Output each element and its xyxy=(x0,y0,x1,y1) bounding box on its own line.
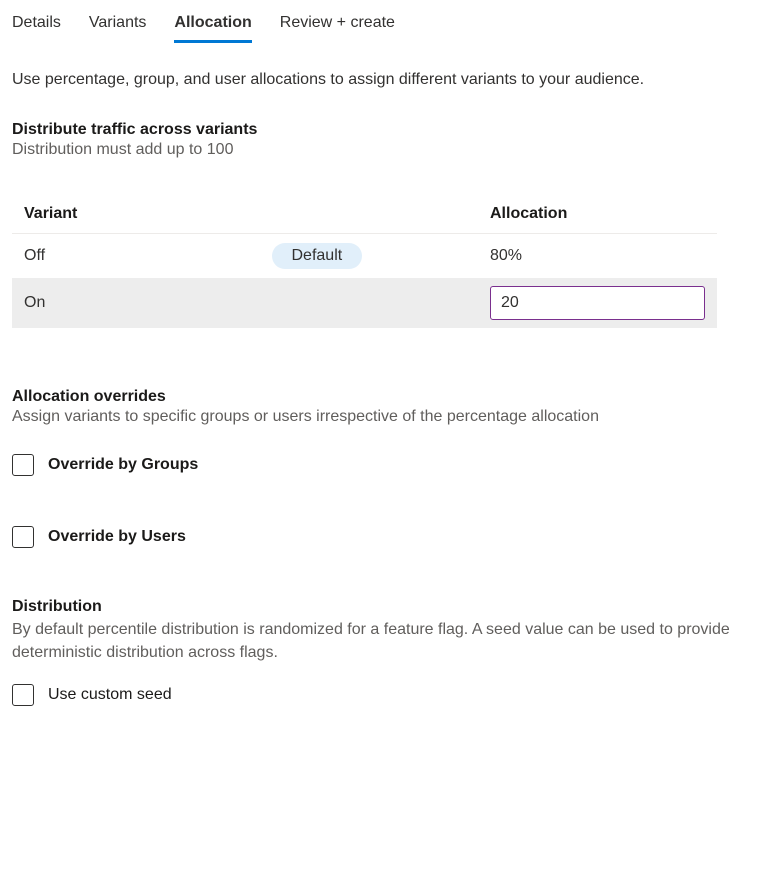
distribute-subtitle: Distribution must add up to 100 xyxy=(12,141,770,159)
distribution-section: Distribution By default percentile distr… xyxy=(12,598,770,706)
use-seed-checkbox[interactable] xyxy=(12,684,34,706)
override-users-label: Override by Users xyxy=(48,528,186,546)
variant-allocation-cell xyxy=(478,278,717,328)
intro-text: Use percentage, group, and user allocati… xyxy=(12,71,770,89)
overrides-section: Allocation overrides Assign variants to … xyxy=(12,388,770,548)
table-row[interactable]: Off Default 80% xyxy=(12,234,717,278)
variant-default-cell: Default xyxy=(260,234,479,278)
use-seed-label: Use custom seed xyxy=(48,686,172,704)
default-badge: Default xyxy=(272,243,363,269)
distribute-title: Distribute traffic across variants xyxy=(12,121,770,139)
override-groups-label: Override by Groups xyxy=(48,456,198,474)
override-groups-checkbox[interactable] xyxy=(12,454,34,476)
override-groups-row: Override by Groups xyxy=(12,454,770,476)
distribution-subtitle: By default percentile distribution is ra… xyxy=(12,618,732,664)
variant-default-cell xyxy=(260,278,479,328)
variant-name-cell: Off xyxy=(12,234,260,278)
tab-bar: Details Variants Allocation Review + cre… xyxy=(12,8,770,43)
overrides-subtitle: Assign variants to specific groups or us… xyxy=(12,408,712,426)
use-seed-row: Use custom seed xyxy=(12,684,770,706)
tab-review-create[interactable]: Review + create xyxy=(280,8,395,43)
table-row[interactable]: On xyxy=(12,278,717,328)
distribute-section: Distribute traffic across variants Distr… xyxy=(12,121,770,328)
column-header-allocation: Allocation xyxy=(478,195,717,234)
override-users-checkbox[interactable] xyxy=(12,526,34,548)
variant-name-cell: On xyxy=(12,278,260,328)
tab-variants[interactable]: Variants xyxy=(89,8,147,43)
variant-allocation-cell: 80% xyxy=(478,234,717,278)
column-header-variant: Variant xyxy=(12,195,260,234)
distribution-title: Distribution xyxy=(12,598,770,616)
column-header-default xyxy=(260,195,479,234)
variant-allocation-table: Variant Allocation Off Default 80% On xyxy=(12,195,717,328)
allocation-input[interactable] xyxy=(490,286,705,320)
overrides-title: Allocation overrides xyxy=(12,388,770,406)
override-users-row: Override by Users xyxy=(12,526,770,548)
tab-allocation[interactable]: Allocation xyxy=(174,8,251,43)
tab-details[interactable]: Details xyxy=(12,8,61,43)
